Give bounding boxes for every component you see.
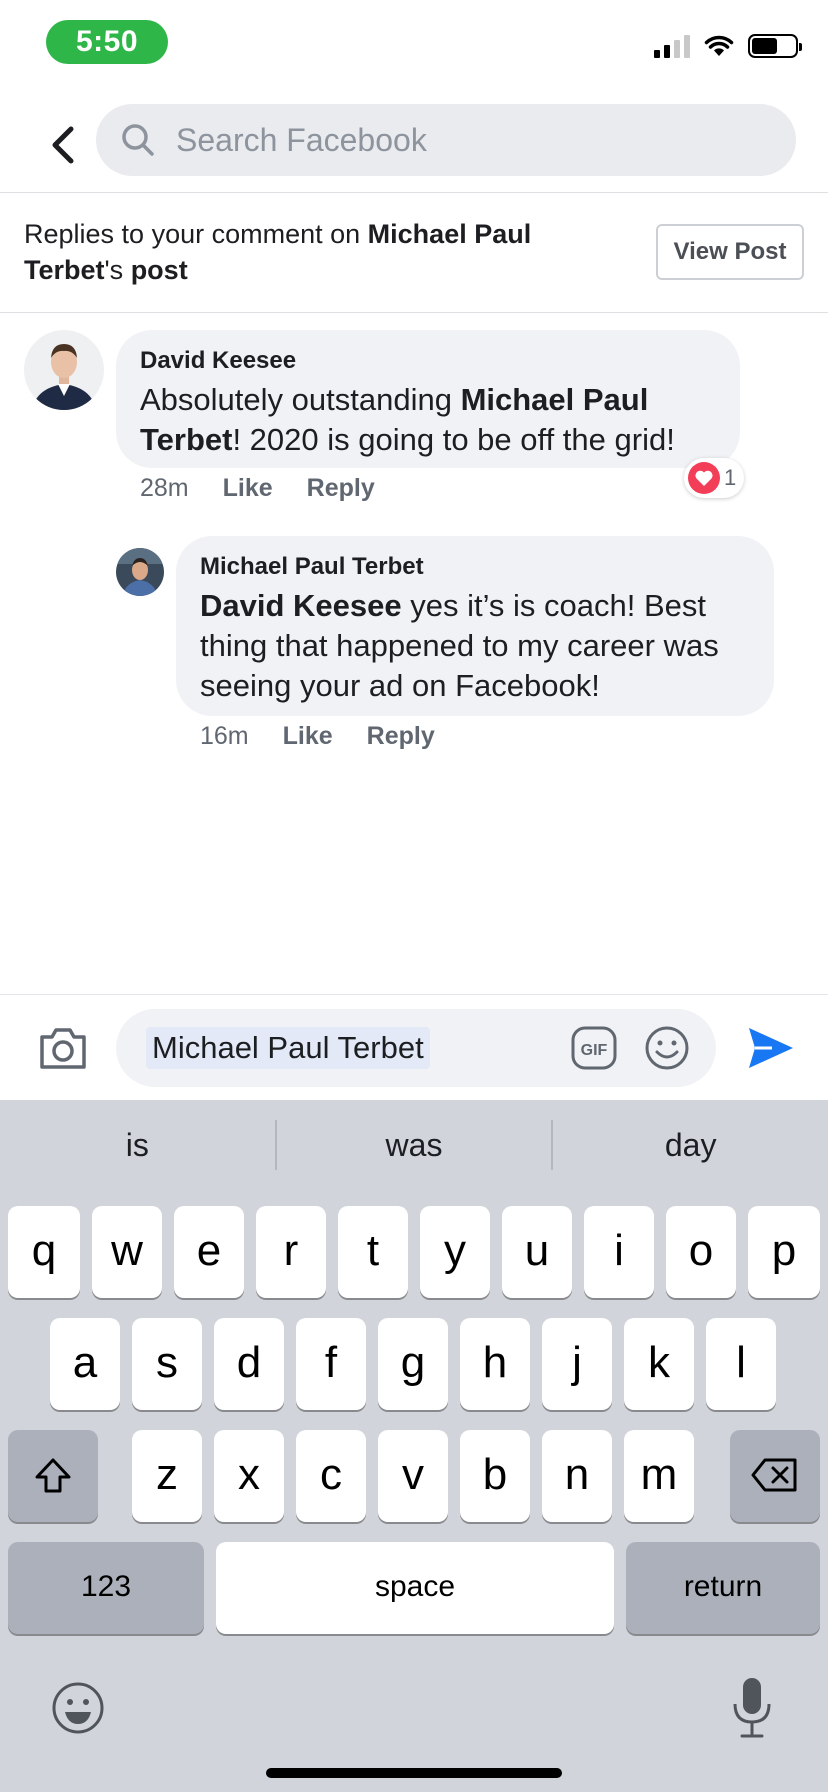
reply-button[interactable]: Reply [367, 722, 435, 751]
reply-meta: 16m Like Reply [200, 722, 435, 751]
send-button[interactable] [746, 1025, 796, 1071]
key-p[interactable]: p [748, 1206, 820, 1298]
key-u[interactable]: u [502, 1206, 572, 1298]
comment-meta: 28m Like Reply [140, 474, 375, 503]
key-w[interactable]: w [92, 1206, 162, 1298]
delete-key[interactable] [730, 1430, 820, 1522]
status-bar: 5:50 [0, 0, 828, 90]
mention-link[interactable]: David Keesee [200, 588, 402, 623]
battery-icon [748, 34, 802, 58]
shift-icon [35, 1458, 71, 1493]
suggestion-3[interactable]: day [553, 1100, 828, 1190]
cellular-signal-icon [654, 34, 690, 58]
gif-icon: GIF [571, 1026, 617, 1070]
comment-input[interactable]: Michael Paul Terbet GIF [116, 1009, 716, 1087]
key-b[interactable]: b [460, 1430, 530, 1522]
context-divider [0, 312, 828, 313]
suggestion-2[interactable]: was [277, 1100, 552, 1190]
search-input[interactable] [176, 121, 736, 159]
reply-time: 16m [200, 722, 249, 750]
comment-author[interactable]: David Keesee [140, 346, 716, 376]
delete-icon [751, 1458, 797, 1492]
key-y[interactable]: y [420, 1206, 490, 1298]
back-button[interactable] [42, 120, 82, 170]
status-time[interactable]: 5:50 [46, 20, 168, 64]
reaction-count: 1 [724, 465, 737, 490]
header [0, 100, 828, 192]
suggestion-1[interactable]: is [0, 1100, 275, 1190]
key-k[interactable]: k [624, 1318, 694, 1410]
key-n[interactable]: n [542, 1430, 612, 1522]
back-icon [52, 126, 74, 164]
search-bar[interactable] [96, 104, 796, 176]
header-divider [0, 192, 828, 193]
key-m[interactable]: m [624, 1430, 694, 1522]
numbers-key[interactable]: 123 [8, 1542, 204, 1634]
return-key[interactable]: return [626, 1542, 820, 1634]
reply-text: David Keesee yes it’s is coach! Best thi… [200, 588, 719, 703]
gif-button[interactable]: GIF [570, 1025, 618, 1071]
key-v[interactable]: v [378, 1430, 448, 1522]
key-z[interactable]: z [132, 1430, 202, 1522]
avatar-david-keesee[interactable] [24, 330, 104, 410]
camera-icon [40, 1028, 86, 1069]
wifi-icon [704, 35, 734, 56]
key-d[interactable]: d [214, 1318, 284, 1410]
reaction-badge[interactable]: 1 [684, 458, 745, 498]
key-s[interactable]: s [132, 1318, 202, 1410]
reply-bubble[interactable]: Michael Paul Terbet David Keesee yes it’… [176, 536, 774, 716]
comment-time: 28m [140, 474, 189, 502]
view-post-button[interactable]: View Post [656, 224, 804, 280]
key-l[interactable]: l [706, 1318, 776, 1410]
mention-chip[interactable]: Michael Paul Terbet [146, 1027, 430, 1069]
key-g[interactable]: g [378, 1318, 448, 1410]
home-indicator [266, 1768, 562, 1778]
key-q[interactable]: q [8, 1206, 80, 1298]
space-key[interactable]: space [216, 1542, 614, 1634]
like-button[interactable]: Like [283, 722, 333, 751]
context-bar: Replies to your comment on Michael Paul … [0, 194, 828, 312]
key-e[interactable]: e [174, 1206, 244, 1298]
camera-button[interactable] [38, 1025, 88, 1071]
predictive-bar: is was day [0, 1100, 828, 1190]
svg-text:GIF: GIF [581, 1042, 608, 1059]
heart-icon [688, 462, 720, 494]
comment-bubble[interactable]: David Keesee Absolutely outstanding Mich… [116, 330, 740, 468]
key-c[interactable]: c [296, 1430, 366, 1522]
key-j[interactable]: j [542, 1318, 612, 1410]
key-a[interactable]: a [50, 1318, 120, 1410]
key-f[interactable]: f [296, 1318, 366, 1410]
microphone-icon [733, 1678, 771, 1738]
search-icon [122, 124, 154, 156]
key-h[interactable]: h [460, 1318, 530, 1410]
comment-composer: Michael Paul Terbet GIF [0, 994, 828, 1100]
reply-author[interactable]: Michael Paul Terbet [200, 552, 750, 582]
like-button[interactable]: Like [223, 474, 273, 503]
key-i[interactable]: i [584, 1206, 654, 1298]
avatar-michael-paul-terbet[interactable] [116, 548, 164, 596]
comment-text: Absolutely outstanding Michael Paul Terb… [140, 382, 675, 457]
status-icons [654, 34, 802, 58]
emoji-button[interactable] [644, 1025, 690, 1071]
reply-button[interactable]: Reply [307, 474, 375, 503]
key-r[interactable]: r [256, 1206, 326, 1298]
key-t[interactable]: t [338, 1206, 408, 1298]
key-x[interactable]: x [214, 1430, 284, 1522]
dictation-button[interactable] [730, 1676, 774, 1740]
context-text: Replies to your comment on Michael Paul … [24, 219, 532, 285]
emoji-icon [645, 1026, 689, 1070]
emoji-keyboard-icon [52, 1682, 104, 1734]
key-o[interactable]: o [666, 1206, 736, 1298]
shift-key[interactable] [8, 1430, 98, 1522]
emoji-keyboard-button[interactable] [50, 1680, 106, 1736]
send-icon [749, 1028, 793, 1068]
keyboard: is was day q w e r t y u i o p a s d f g… [0, 1100, 828, 1792]
